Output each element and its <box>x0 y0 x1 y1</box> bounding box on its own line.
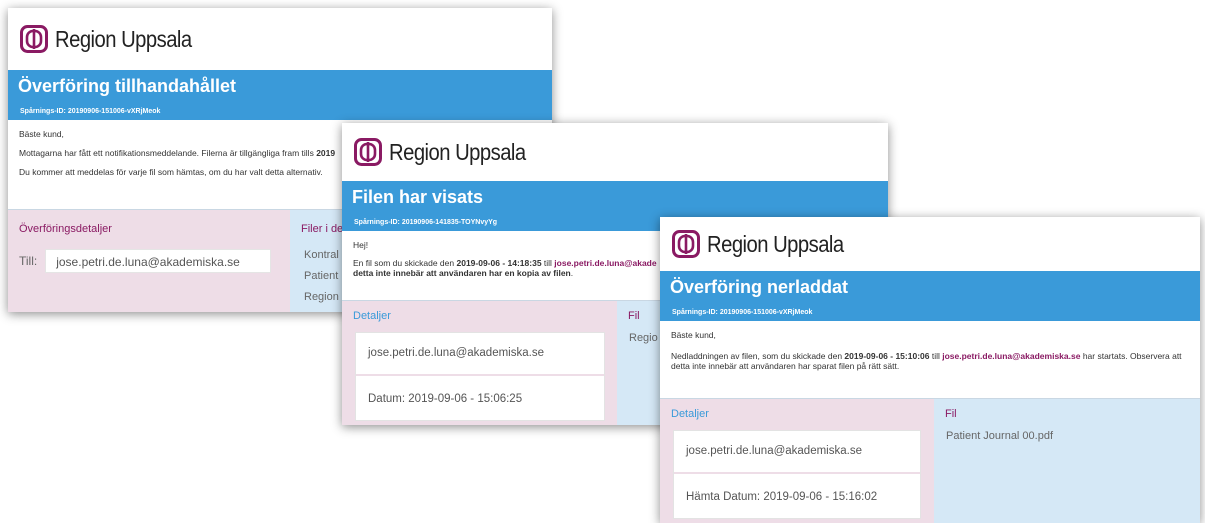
title-bar: Överföring nerladdat Spårnings-ID: 20190… <box>660 271 1200 321</box>
logo-bar: Region Uppsala <box>342 123 888 181</box>
body-line-1: Nedladdningen av filen, som du skickade … <box>671 351 1182 361</box>
date-label: Datum: <box>368 393 406 405</box>
brand-name: Region Uppsala <box>55 25 192 52</box>
section-heading-details: Detaljer <box>671 408 709 420</box>
details-box: jose.petri.de.luna@akademiska.se Datum: … <box>355 332 605 421</box>
recipient-email: jose.petri.de.luna@akademiska.se <box>368 347 544 359</box>
details-box: jose.petri.de.luna@akademiska.se Hämta D… <box>673 430 921 519</box>
email-title: Överföring nerladdat <box>670 277 849 297</box>
details-section: Detaljer jose.petri.de.luna@akademiska.s… <box>342 301 617 425</box>
brand-name: Region Uppsala <box>707 230 844 257</box>
logo-bar: Region Uppsala <box>8 8 552 70</box>
file-name: Patient Journal 00.pdf <box>946 430 1054 442</box>
email-title: Filen har visats <box>352 187 484 207</box>
date-label: Hämta Datum: <box>686 491 761 503</box>
date-value: 2019-09-06 - 15:16:02 <box>763 491 878 503</box>
details-section: Detaljer jose.petri.de.luna@akademiska.s… <box>660 399 934 523</box>
section-heading-details: Detaljer <box>353 310 391 322</box>
tracking-id: Spårnings-ID: 20190906-151006-vXRjMeok <box>20 108 161 115</box>
email-title: Överföring tillhandahållet <box>18 76 237 96</box>
file-panel: Fil Patient Journal 00.pdf <box>934 399 1200 523</box>
date-value: 2019-09-06 - 15:06:25 <box>408 393 523 405</box>
recipient-field: jose.petri.de.luna@akademiska.se <box>45 249 272 273</box>
email-body: Bäste kund, Nedladdningen av filen, som … <box>660 330 1200 371</box>
section-heading-file: Fil <box>945 408 957 420</box>
tracking-id: Spårnings-ID: 20190906-151006-vXRjMeok <box>672 309 813 316</box>
brand-name: Region Uppsala <box>389 138 526 165</box>
details-panel: Detaljer jose.petri.de.luna@akademiska.s… <box>660 398 1200 523</box>
recipient-row: Till: jose.petri.de.luna@akademiska.se <box>19 249 290 273</box>
recipient-label: Till: <box>19 254 38 268</box>
email-card-transfer-downloaded: Region Uppsala Överföring nerladdat Spår… <box>660 217 1200 523</box>
viewed-date-row: Datum: 2019-09-06 - 15:06:25 <box>356 374 604 420</box>
download-date-row: Hämta Datum: 2019-09-06 - 15:16:02 <box>674 472 920 518</box>
logo-bar: Region Uppsala <box>660 217 1200 271</box>
section-heading-transfer-details: Överföringsdetaljer <box>19 223 112 235</box>
transfer-details: Överföringsdetaljer Till: jose.petri.de.… <box>8 210 290 312</box>
region-uppsala-logo-icon <box>354 138 382 166</box>
title-bar: Överföring tillhandahållet Spårnings-ID:… <box>8 70 552 120</box>
region-uppsala-logo-icon <box>672 230 700 258</box>
recipient-email: jose.petri.de.luna@akademiska.se <box>686 445 862 457</box>
body-line-2: detta inte innebär att användaren har sp… <box>671 361 900 371</box>
region-uppsala-logo-icon <box>20 25 48 53</box>
greeting: Bäste kund, <box>671 330 716 340</box>
